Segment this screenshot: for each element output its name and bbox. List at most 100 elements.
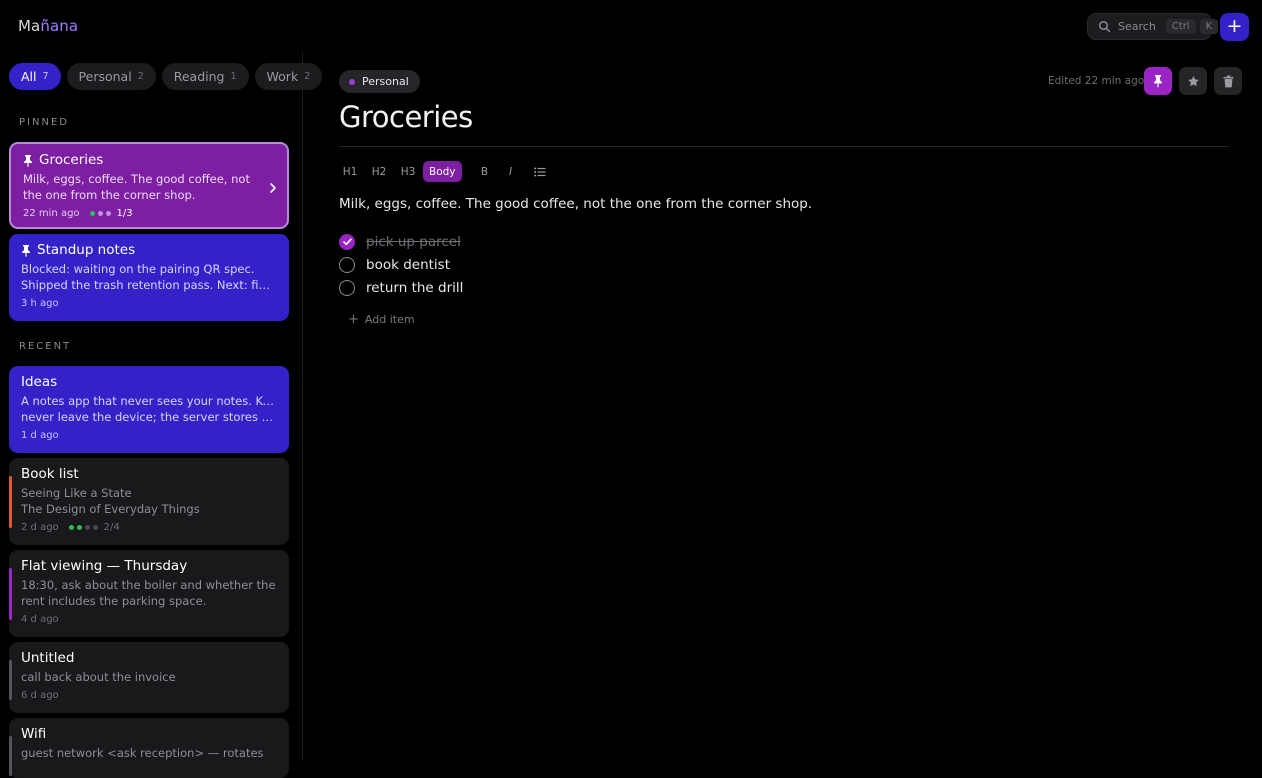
note-card-standup-notes[interactable]: Standup notes Blocked: waiting on the pa… — [9, 234, 289, 321]
logo-text-accent: ñ — [40, 17, 50, 35]
note-time: 6 d ago — [21, 690, 59, 701]
search-button[interactable]: Search Ctrl K — [1087, 13, 1219, 40]
checklist-item[interactable]: return the drill — [339, 280, 463, 296]
tab-label: Personal — [78, 69, 132, 84]
note-snippet-line: Seeing Like a State — [21, 486, 132, 500]
pin-toggle-button[interactable] — [1144, 67, 1172, 95]
tab-all[interactable]: All 7 — [9, 63, 61, 90]
note-time: 3 h ago — [21, 298, 59, 309]
note-snippet-line: never leave the device; the server store… — [21, 410, 277, 424]
note-meta: 6 d ago — [21, 690, 277, 701]
chevron-right-icon — [269, 182, 277, 197]
tag-color-stripe — [9, 476, 12, 528]
tag-color-stripe — [9, 660, 12, 700]
new-note-button[interactable]: + — [1220, 13, 1249, 41]
note-title: Flat viewing — Thursday — [21, 558, 188, 574]
trash-icon — [1223, 75, 1234, 88]
note-card-flat-viewing[interactable]: Flat viewing — Thursday 18:30, ask about… — [9, 550, 289, 637]
tag-color-stripe — [9, 568, 12, 620]
checkbox[interactable] — [339, 280, 355, 296]
progress-dot-open — [97, 211, 103, 216]
note-title-row: Groceries — [23, 152, 275, 168]
note-time: 22 min ago — [23, 208, 80, 219]
note-snippet-line: A notes app that never sees your notes. … — [21, 394, 277, 408]
note-title: Standup notes — [37, 242, 136, 258]
checkbox[interactable] — [339, 257, 355, 273]
note-title: Book list — [21, 466, 79, 482]
note-snippet: A notes app that never sees your notes. … — [21, 393, 277, 425]
tab-count: 2 — [304, 71, 311, 82]
search-icon — [1098, 20, 1111, 33]
note-meta: 4 d ago — [21, 614, 277, 625]
progress-dot-done — [68, 525, 74, 530]
format-bold-button[interactable]: B — [473, 161, 497, 182]
format-body-button[interactable]: Body — [423, 161, 462, 182]
checklist-item-label: book dentist — [366, 257, 450, 273]
note-card-untitled[interactable]: Untitled call back about the invoice 6 d… — [9, 642, 289, 713]
note-snippet: call back about the invoice — [21, 670, 176, 684]
format-h3-button[interactable]: H3 — [394, 161, 422, 182]
edited-timestamp: Edited 22 min ago — [1048, 75, 1145, 87]
note-snippet-line: The Design of Everyday Things — [21, 502, 200, 516]
format-h1-button[interactable]: H1 — [339, 161, 361, 182]
plus-icon: + — [348, 312, 359, 327]
pin-icon — [21, 244, 31, 257]
tab-work[interactable]: Work 2 — [254, 63, 323, 90]
note-time: 4 d ago — [21, 614, 59, 625]
note-snippet-line: Blocked: waiting on the pairing QR spec. — [21, 262, 255, 276]
tag-color-stripe — [9, 736, 12, 776]
filter-tabs: All 7 Personal 2 Reading 1 Work 2 — [9, 63, 323, 90]
note-meta: 1 d ago — [21, 430, 277, 441]
checklist-progress-count: 2/4 — [103, 522, 120, 533]
tab-reading[interactable]: Reading 1 — [161, 63, 249, 90]
note-snippet-line: Shipped the trash retention pass. Next: … — [21, 278, 277, 292]
note-card-wifi[interactable]: Wifi guest network <ask reception> — rot… — [9, 718, 289, 778]
note-snippet: Blocked: waiting on the pairing QR spec.… — [21, 261, 277, 293]
tab-label: Work — [266, 69, 299, 84]
note-body-text[interactable]: Milk, eggs, coffee. The good coffee, not… — [339, 196, 812, 212]
checklist-item[interactable]: pick up parcel — [339, 234, 461, 250]
sidebar-divider — [302, 52, 303, 761]
note-title-heading[interactable]: Groceries — [339, 100, 473, 134]
list-icon — [533, 167, 546, 177]
logo-text-prefix: Ma — [18, 17, 41, 35]
checklist-item-label: pick up parcel — [366, 234, 461, 250]
tab-label: All — [21, 69, 37, 84]
note-snippet: Milk, eggs, coffee. The good coffee, not… — [23, 172, 250, 202]
note-title: Untitled — [21, 650, 75, 666]
note-card-ideas[interactable]: Ideas A notes app that never sees your n… — [9, 366, 289, 453]
logo-text-suffix: ana — [49, 17, 79, 35]
checklist-item[interactable]: book dentist — [339, 257, 450, 273]
pin-icon — [1153, 74, 1163, 88]
note-snippet: Seeing Like a State The Design of Everyd… — [21, 485, 277, 517]
checklist-progress-dots — [68, 525, 98, 530]
add-checklist-item-button[interactable]: + Add item — [348, 312, 415, 327]
tag-label: Personal — [362, 75, 409, 88]
delete-button[interactable] — [1214, 67, 1242, 95]
note-card-groceries[interactable]: Groceries Milk, eggs, coffee. The good c… — [9, 142, 289, 229]
format-h2-button[interactable]: H2 — [365, 161, 393, 182]
note-snippet: 18:30, ask about the boiler and whether … — [21, 578, 276, 608]
tag-color-dot — [349, 78, 355, 85]
tab-personal[interactable]: Personal 2 — [66, 63, 156, 90]
note-title: Ideas — [21, 374, 58, 390]
note-title: Wifi — [21, 726, 47, 742]
tab-count: 1 — [230, 71, 237, 82]
checklist-progress-count: 1/3 — [116, 208, 133, 219]
checkbox-checked[interactable] — [339, 234, 355, 250]
note-card-book-list[interactable]: Book list Seeing Like a State The Design… — [9, 458, 289, 545]
tab-label: Reading — [173, 69, 225, 84]
format-italic-button[interactable]: I — [499, 161, 523, 182]
format-list-button[interactable] — [528, 161, 552, 182]
note-meta: 22 min ago 1/3 — [23, 208, 275, 219]
note-title: Groceries — [39, 152, 104, 168]
note-meta: 3 h ago — [21, 298, 277, 309]
note-time: 1 d ago — [21, 430, 59, 441]
pin-icon — [23, 154, 33, 167]
progress-dot-open — [105, 211, 111, 216]
favorite-button[interactable] — [1179, 67, 1207, 95]
note-tag-chip[interactable]: Personal — [339, 70, 420, 93]
tab-count: 2 — [137, 71, 144, 82]
add-item-label: Add item — [364, 313, 415, 326]
shortcut-mod-key: Ctrl — [1165, 19, 1196, 34]
